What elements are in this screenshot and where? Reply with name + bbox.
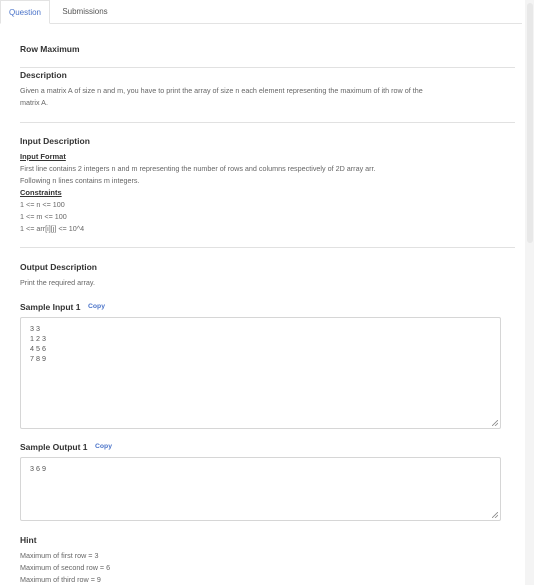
output-description-heading: Output Description: [20, 262, 97, 272]
sample-output-box[interactable]: 3 6 9: [20, 457, 501, 521]
sample-input-value: 3 3 1 2 3 4 5 6 7 8 9: [30, 324, 46, 363]
input-format-line1: First line contains 2 integers n and m r…: [20, 164, 376, 173]
input-format-line2: Following n lines contains m integers.: [20, 176, 140, 185]
divider: [20, 247, 515, 248]
sample-input-heading: Sample Input 1: [20, 302, 81, 312]
sample-output-heading: Sample Output 1: [20, 442, 88, 452]
scrollbar[interactable]: [525, 0, 534, 585]
scrollbar-thumb[interactable]: [527, 3, 533, 243]
resize-grip-icon[interactable]: [492, 420, 498, 426]
hint-heading: Hint: [20, 535, 37, 545]
hint-item: Maximum of first row = 3: [20, 551, 99, 560]
description-text-line2: matrix A.: [20, 98, 48, 107]
problem-title: Row Maximum: [20, 44, 80, 54]
tab-submissions[interactable]: Submissions: [52, 0, 118, 23]
sample-input-box[interactable]: 3 3 1 2 3 4 5 6 7 8 9: [20, 317, 501, 429]
divider: [20, 67, 515, 68]
divider: [20, 122, 515, 123]
description-text-line1: Given a matrix A of size n and m, you ha…: [20, 86, 423, 95]
copy-sample-input-button[interactable]: Copy: [88, 303, 105, 310]
input-description-heading: Input Description: [20, 136, 90, 146]
constraints-label: Constraints: [20, 188, 62, 197]
tab-question[interactable]: Question: [0, 0, 50, 24]
constraint-item: 1 <= m <= 100: [20, 212, 67, 221]
output-description-text: Print the required array.: [20, 278, 95, 287]
hint-item: Maximum of second row = 6: [20, 563, 111, 572]
resize-grip-icon[interactable]: [492, 512, 498, 518]
input-format-label: Input Format: [20, 152, 66, 161]
constraint-item: 1 <= n <= 100: [20, 200, 65, 209]
sample-output-value: 3 6 9: [30, 464, 46, 473]
tab-bar: Question Submissions: [0, 0, 522, 24]
description-heading: Description: [20, 70, 67, 80]
hint-item: Maximum of third row = 9: [20, 575, 101, 584]
constraint-item: 1 <= arr[i][j] <= 10^4: [20, 224, 85, 233]
copy-sample-output-button[interactable]: Copy: [95, 443, 112, 450]
